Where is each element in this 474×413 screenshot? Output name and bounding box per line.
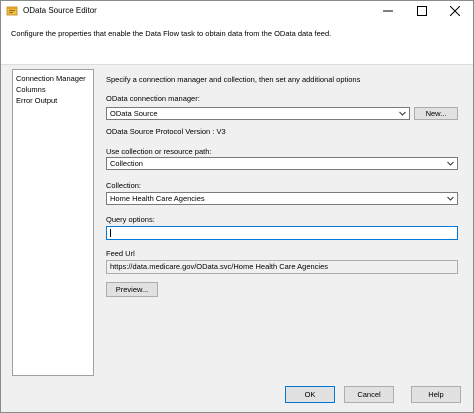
title-bar[interactable]: OData Source Editor: [1, 1, 473, 22]
chevron-down-icon: [447, 196, 454, 201]
ok-button[interactable]: OK: [285, 386, 335, 403]
minimize-icon: [383, 10, 393, 12]
maximize-button[interactable]: [406, 1, 438, 21]
header-area: Configure the properties that enable the…: [1, 22, 473, 65]
close-icon: [450, 6, 460, 16]
odata-source-editor-window: OData Source Editor Configure the proper…: [0, 0, 474, 413]
nav-item-columns[interactable]: Columns: [16, 85, 46, 94]
window-title: OData Source Editor: [23, 6, 97, 15]
collection-value: Home Health Care Agencies: [110, 194, 205, 203]
body-area: Connection Manager Columns Error Output …: [1, 65, 473, 412]
connection-manager-panel: Specify a connection manager and collect…: [96, 69, 463, 374]
connection-manager-label: OData connection manager:: [106, 94, 200, 103]
connection-manager-value: OData Source: [110, 109, 158, 118]
cancel-button[interactable]: Cancel: [344, 386, 394, 403]
maximize-icon: [417, 6, 427, 16]
new-connection-button[interactable]: New...: [414, 107, 458, 120]
collection-select[interactable]: Home Health Care Agencies: [106, 192, 458, 205]
preview-button[interactable]: Preview...: [106, 282, 158, 297]
use-path-value: Collection: [110, 159, 143, 168]
close-button[interactable]: [439, 1, 471, 21]
collection-label: Collection:: [106, 181, 142, 190]
minimize-button[interactable]: [372, 1, 404, 21]
feed-url-label: Feed Url: [106, 249, 135, 258]
query-options-input[interactable]: [106, 226, 458, 240]
nav-item-connection-manager[interactable]: Connection Manager: [16, 74, 86, 83]
app-icon: [6, 5, 18, 17]
text-caret: [110, 229, 111, 237]
page-nav-list: Connection Manager Columns Error Output: [12, 69, 94, 376]
use-path-select[interactable]: Collection: [106, 157, 458, 170]
feed-url-field[interactable]: https://data.medicare.gov/OData.svc/Home…: [106, 260, 458, 274]
query-options-label: Query options:: [106, 215, 155, 224]
editor-description: Configure the properties that enable the…: [11, 29, 332, 38]
help-button[interactable]: Help: [411, 386, 461, 403]
connection-manager-select[interactable]: OData Source: [106, 107, 410, 120]
protocol-version-text: OData Source Protocol Version : V3: [106, 127, 226, 136]
chevron-down-icon: [399, 111, 406, 116]
use-path-label: Use collection or resource path:: [106, 147, 212, 156]
chevron-down-icon: [447, 161, 454, 166]
instructions-text: Specify a connection manager and collect…: [106, 75, 361, 84]
nav-item-error-output[interactable]: Error Output: [16, 96, 57, 105]
